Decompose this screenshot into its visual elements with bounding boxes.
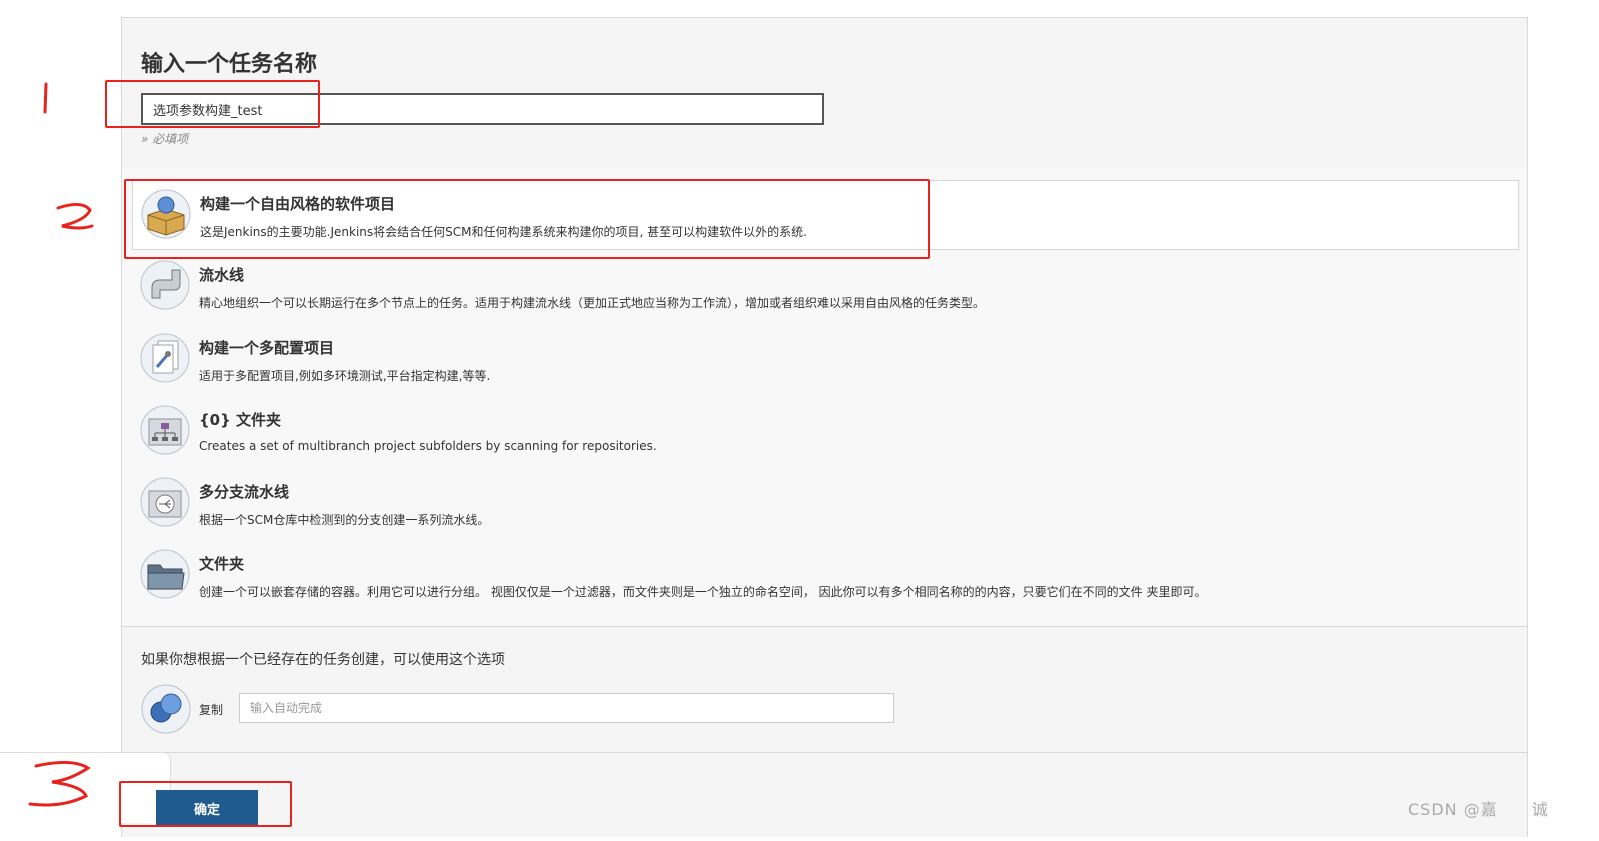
item-name-section: 输入一个任务名称 » 必填项 bbox=[122, 18, 1527, 169]
item-name-input[interactable] bbox=[141, 93, 824, 125]
item-type-desc: 适用于多配置项目,例如多环境测试,平台指定构建,等等. bbox=[199, 369, 491, 383]
item-type-name: 构建一个多配置项目 bbox=[199, 339, 335, 357]
item-type-desc: Creates a set of multibranch project sub… bbox=[199, 439, 657, 453]
item-type-name: 流水线 bbox=[199, 266, 245, 284]
multiconfig-icon bbox=[140, 333, 190, 383]
item-type-multiconfig[interactable]: 构建一个多配置项目 适用于多配置项目,例如多环境测试,平台指定构建,等等. bbox=[132, 325, 1519, 395]
ok-button[interactable]: 确定 bbox=[156, 790, 258, 826]
freestyle-box-icon bbox=[141, 189, 191, 239]
copy-hint: 如果你想根据一个已经存在的任务创建，可以使用这个选项 bbox=[141, 652, 505, 668]
item-type-name: {0} 文件夹 bbox=[199, 411, 282, 429]
item-type-pipeline[interactable]: 流水线 精心地组织一个可以长期运行在多个节点上的任务。适用于构建流水线（更加正式… bbox=[132, 252, 1519, 322]
copy-icon bbox=[141, 684, 191, 734]
annotation-number-2 bbox=[56, 203, 94, 230]
multibranch-icon bbox=[140, 477, 190, 527]
copy-from-section: 如果你想根据一个已经存在的任务创建，可以使用这个选项 复制 bbox=[122, 626, 1527, 753]
new-item-panel: 输入一个任务名称 » 必填项 构建一个自由风格的软件项目 这是Jenkins的主… bbox=[121, 17, 1528, 837]
org-folder-icon bbox=[140, 405, 190, 455]
watermark: CSDN @嘉 诚 bbox=[1408, 800, 1549, 819]
item-type-desc: 根据一个SCM仓库中检测到的分支创建一系列流水线。 bbox=[199, 513, 490, 527]
item-type-list: 构建一个自由风格的软件项目 这是Jenkins的主要功能.Jenkins将会结合… bbox=[122, 168, 1527, 627]
item-type-desc: 创建一个可以嵌套存储的容器。利用它可以进行分组。 视图仅仅是一个过滤器，而文件夹… bbox=[199, 585, 1207, 599]
item-type-folder[interactable]: 文件夹 创建一个可以嵌套存储的容器。利用它可以进行分组。 视图仅仅是一个过滤器，… bbox=[132, 541, 1519, 611]
footer-bar bbox=[0, 752, 171, 823]
page-title: 输入一个任务名称 bbox=[141, 52, 318, 77]
item-type-desc: 精心地组织一个可以长期运行在多个节点上的任务。适用于构建流水线（更加正式地应当称… bbox=[199, 296, 986, 310]
item-type-name: 文件夹 bbox=[199, 555, 245, 573]
copy-label: 复制 bbox=[199, 703, 224, 717]
item-type-org-folder[interactable]: {0} 文件夹 Creates a set of multibranch pro… bbox=[132, 397, 1519, 467]
item-type-freestyle[interactable]: 构建一个自由风格的软件项目 这是Jenkins的主要功能.Jenkins将会结合… bbox=[132, 180, 1519, 250]
required-hint: » 必填项 bbox=[141, 132, 189, 146]
item-type-desc: 这是Jenkins的主要功能.Jenkins将会结合任何SCM和任何构建系统来构… bbox=[200, 225, 807, 239]
copy-from-input[interactable] bbox=[239, 693, 894, 723]
folder-icon bbox=[140, 549, 190, 599]
pipeline-icon bbox=[140, 260, 190, 310]
item-type-name: 构建一个自由风格的软件项目 bbox=[200, 195, 396, 213]
annotation-number-1 bbox=[43, 82, 48, 114]
item-type-name: 多分支流水线 bbox=[199, 483, 290, 501]
item-type-multibranch[interactable]: 多分支流水线 根据一个SCM仓库中检测到的分支创建一系列流水线。 bbox=[132, 469, 1519, 539]
